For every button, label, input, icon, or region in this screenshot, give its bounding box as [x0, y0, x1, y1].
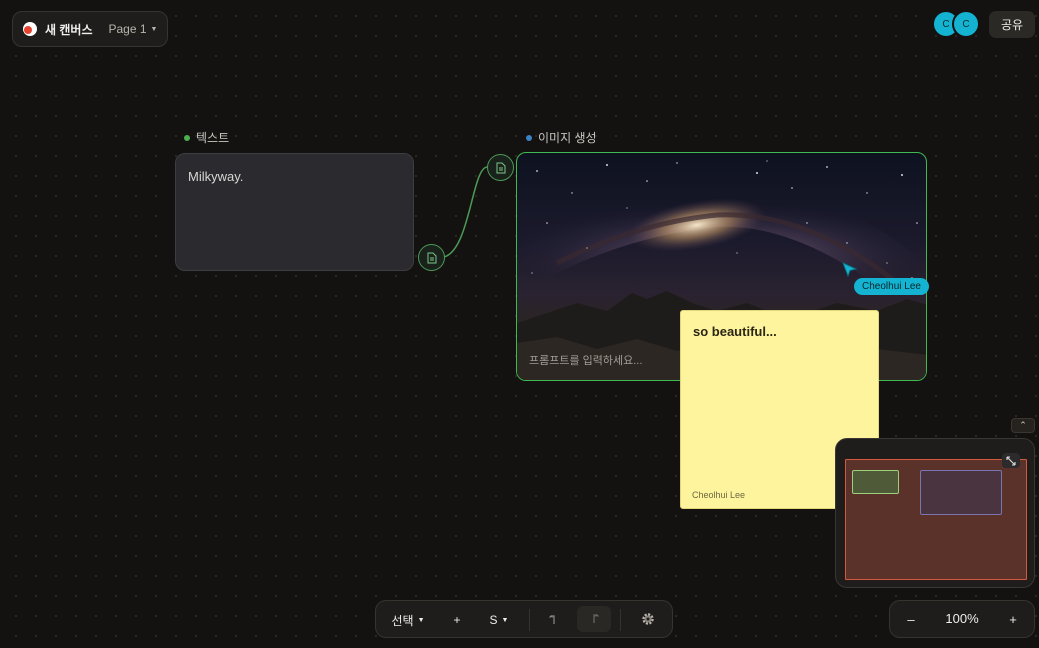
chevron-up-icon: ⌃ [1019, 420, 1027, 430]
minimap-image-node [920, 470, 1002, 515]
image-node-label: 이미지 생성 [526, 129, 597, 146]
image-node-input-port[interactable] [487, 154, 514, 181]
remote-cursor-icon [842, 262, 858, 278]
minimap-text-node [852, 470, 899, 494]
redo-icon [593, 614, 599, 623]
status-dot [184, 134, 190, 141]
undo-icon [549, 615, 555, 624]
zoom-control: – 100% + [889, 600, 1035, 638]
zoom-in-button[interactable]: + [1003, 609, 1023, 629]
status-dot [526, 134, 532, 141]
document-icon [427, 252, 436, 263]
minimap-collapse-button[interactable]: ⌃ [1011, 418, 1035, 433]
undo-button[interactable] [544, 610, 564, 630]
expand-icon [1006, 455, 1016, 466]
text-node-output-port[interactable] [418, 244, 445, 271]
toolbar-divider [620, 609, 621, 631]
zoom-out-button[interactable]: – [901, 609, 921, 629]
minimap-expand-button[interactable] [1002, 453, 1020, 468]
chevron-down-icon: ▼ [417, 616, 425, 624]
document-icon [496, 162, 505, 173]
text-node[interactable]: Milkyway. [175, 153, 414, 271]
prompt-input[interactable]: 프롬프트를 입력하세요... [529, 352, 642, 368]
settings-button[interactable] [638, 609, 658, 629]
select-tool-button[interactable]: 선택 ▼ [386, 611, 430, 629]
add-node-button[interactable]: + [448, 611, 466, 629]
size-selector[interactable]: S ▼ [484, 611, 514, 629]
remote-cursor-label: Cheolhui Lee [854, 278, 929, 295]
sticky-note-author: Cheolhui Lee [692, 490, 746, 500]
redo-button[interactable] [577, 606, 611, 632]
chevron-down-icon: ▼ [501, 616, 509, 624]
text-node-content[interactable]: Milkyway. [188, 169, 401, 184]
zoom-level[interactable]: 100% [934, 611, 990, 626]
toolbar-divider [529, 609, 530, 631]
sticky-note-text[interactable]: so beautiful... [693, 324, 866, 339]
minimap[interactable] [835, 438, 1035, 588]
bottom-toolbar: 선택 ▼ + S ▼ [375, 600, 673, 638]
text-node-label: 텍스트 [184, 129, 229, 146]
gear-icon [642, 613, 654, 625]
